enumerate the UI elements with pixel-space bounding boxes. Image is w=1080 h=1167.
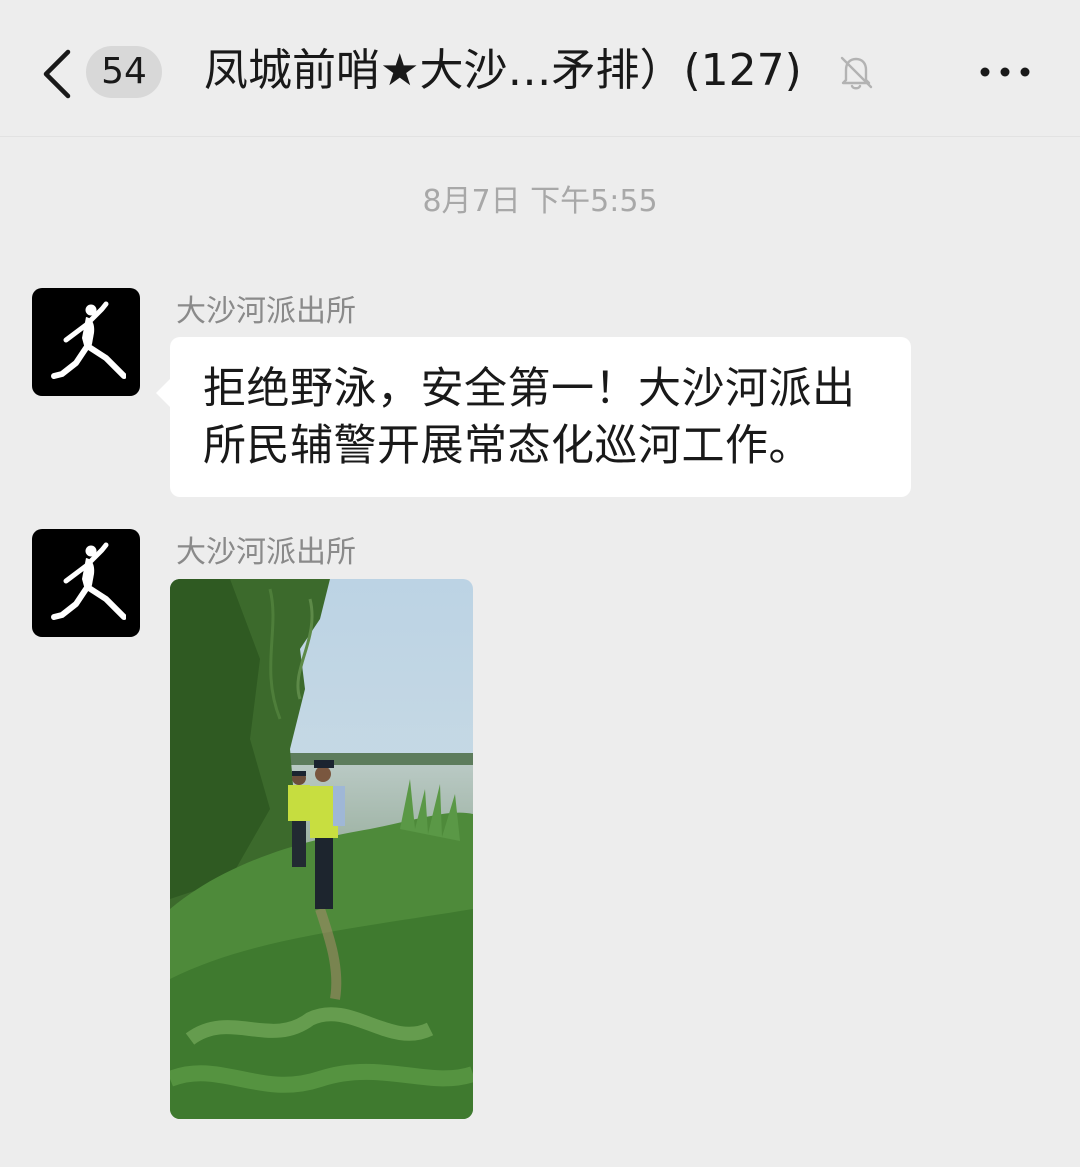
sender-avatar[interactable]	[32, 529, 140, 637]
sender-name: 大沙河派出所	[176, 535, 356, 570]
jumpman-logo-icon	[51, 301, 126, 379]
chevron-left-icon[interactable]	[38, 48, 78, 100]
unread-count-badge[interactable]: 54	[86, 46, 162, 98]
chat-header: 54 凤城前哨★大沙…矛排）(127)	[0, 0, 1080, 137]
chat-title: 凤城前哨★大沙…矛排）(127)	[204, 45, 802, 96]
message-timestamp: 8月7日 下午5:55	[422, 184, 658, 219]
bell-off-icon	[840, 56, 873, 90]
bubble-tail	[156, 379, 170, 407]
jumpman-logo-icon	[51, 542, 126, 620]
message-image[interactable]	[170, 579, 473, 1119]
more-dots-icon[interactable]	[978, 62, 1032, 82]
message-text: 拒绝野泳，安全第一！大沙河派出所民辅警开展常态化巡河工作。	[203, 364, 856, 471]
riverbank-patrol-photo	[170, 579, 473, 1119]
sender-name: 大沙河派出所	[176, 294, 356, 329]
sender-avatar[interactable]	[32, 288, 140, 396]
message-bubble[interactable]: 拒绝野泳，安全第一！大沙河派出所民辅警开展常态化巡河工作。	[156, 337, 911, 497]
